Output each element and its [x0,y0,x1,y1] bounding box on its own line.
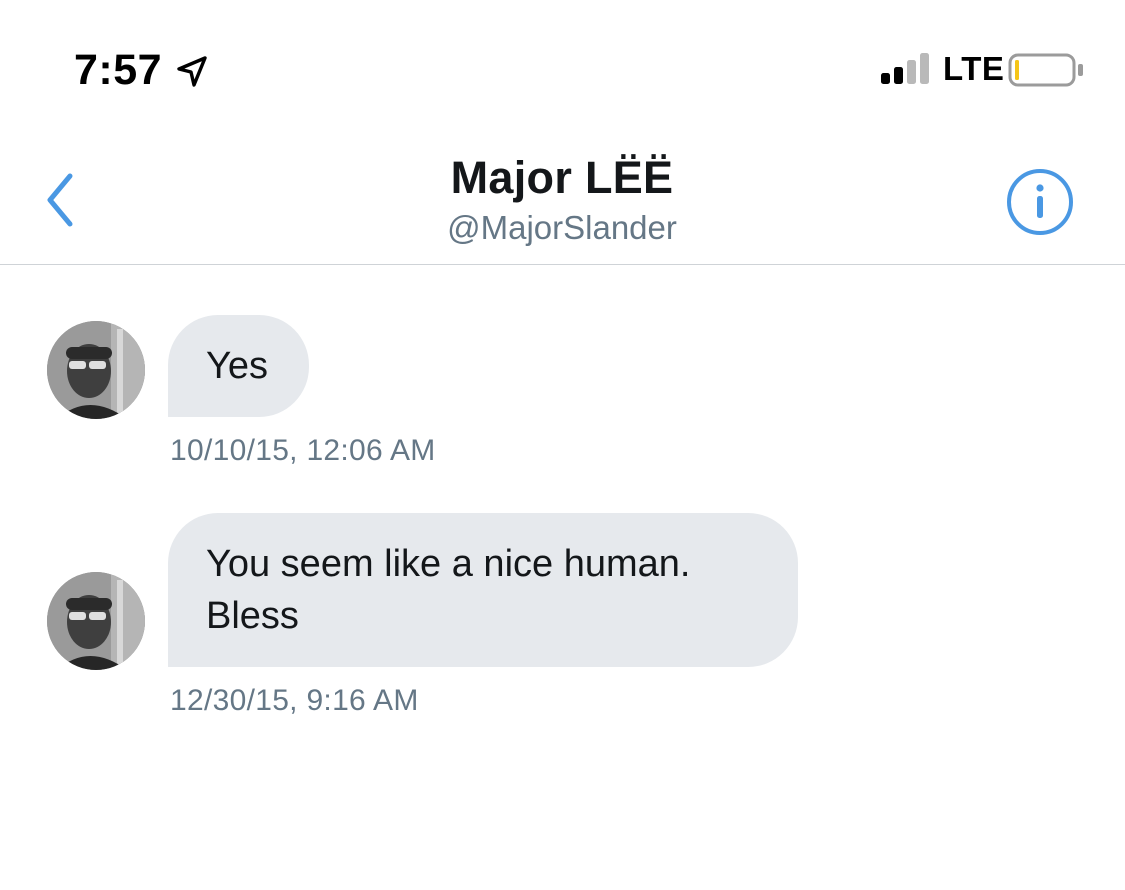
message-timestamp: 12/30/15, 9:16 AM [170,684,419,717]
message-item: You seem like a nice human. Bless 12/30/… [0,513,1125,723]
carrier-label: LTE [943,50,1005,87]
info-icon[interactable] [1004,166,1076,238]
avatar-photo [47,321,145,419]
avatar[interactable] [47,572,145,670]
message-item: Yes 10/10/15, 12:06 AM [0,315,1125,475]
message-timestamp: 10/10/15, 12:06 AM [170,434,436,467]
back-button[interactable] [30,160,90,240]
chevron-left-icon [47,173,73,227]
conversation-title[interactable]: Major LËË @MajorSlander [262,150,862,248]
contact-name: Major LËË [450,152,674,203]
location-arrow-icon [177,56,207,87]
conversation-header: Major LËË @MajorSlander [0,130,1125,265]
message-bubble[interactable]: You seem like a nice human. Bless [168,513,798,667]
message-bubble[interactable]: Yes [168,315,309,417]
avatar-photo [47,572,145,670]
status-bar: 7:57 LTE [0,0,1125,130]
signal-bars-icon [881,53,929,84]
message-text-line: You seem like a nice human. [206,543,691,585]
message-text-line: Bless [206,595,299,637]
contact-handle: @MajorSlander [447,209,677,246]
message-text: Yes [206,345,268,387]
battery-icon [1008,53,1083,87]
status-time: 7:57 [74,46,163,94]
avatar[interactable] [47,321,145,419]
